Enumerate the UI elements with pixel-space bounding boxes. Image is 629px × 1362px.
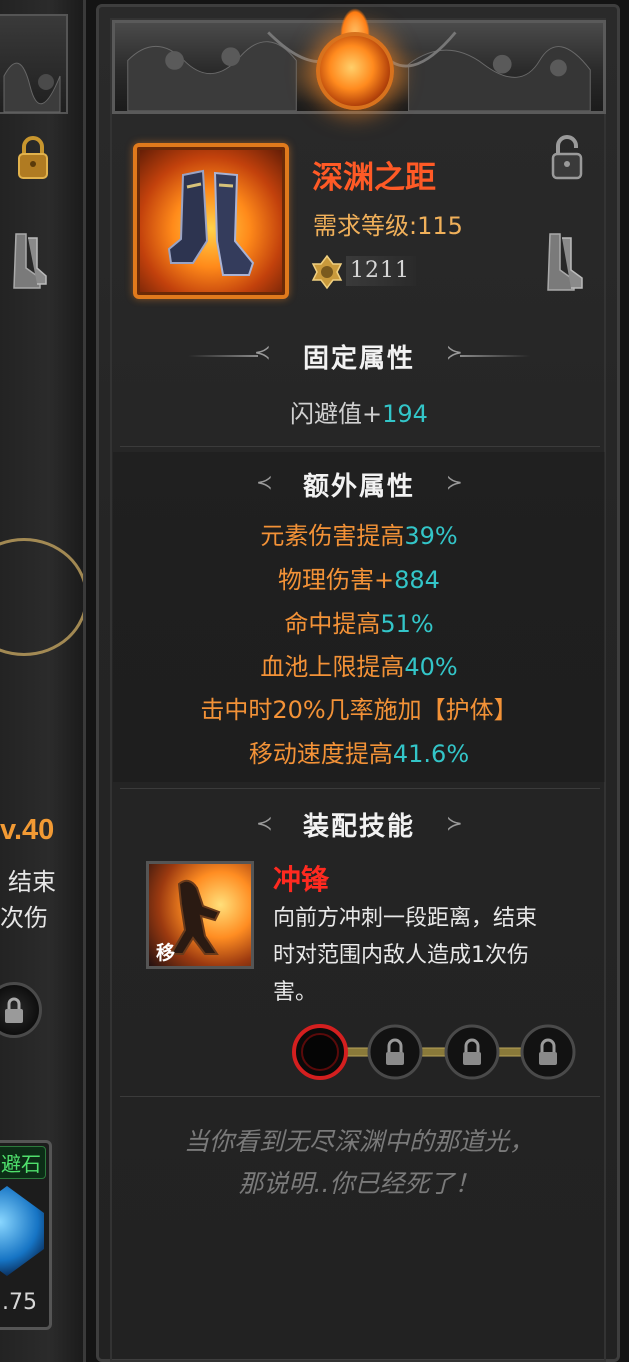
lock-icon[interactable]: [16, 136, 50, 180]
skill-type-badge: 移: [156, 942, 176, 964]
extra-stat-line: 血池上限提高40%: [112, 647, 606, 682]
fixed-attributes-title: 固定属性: [302, 344, 415, 374]
section-divider: [120, 446, 600, 447]
gem-tag: 避石: [0, 1146, 46, 1179]
stat-label: 闪避值+: [290, 400, 383, 428]
stat-value: 884: [394, 566, 440, 594]
extra-attributes-title: 额外属性: [302, 472, 415, 502]
extra-stat-line: 元素伤害提高39%: [112, 516, 606, 551]
flavor-text-line1: 当你看到无尽深渊中的那道光，: [183, 1127, 534, 1156]
skill-desc-line: 向前方冲刺一段距离，结束: [273, 906, 538, 931]
item-icon[interactable]: [133, 143, 289, 299]
adjacent-desc-line2: 次伤: [0, 904, 48, 932]
gem-socket-icon[interactable]: [292, 1024, 348, 1080]
stat-value: 41.6%: [392, 740, 470, 768]
locked-socket-icon[interactable]: [520, 1024, 576, 1080]
item-name: 深渊之距: [312, 160, 436, 196]
level-requirement: 需求等级:115: [313, 212, 463, 240]
skill-desc-line: 时对范围内敌人造成1次伤: [273, 943, 529, 968]
unlock-icon[interactable]: [548, 134, 586, 182]
locked-socket-icon[interactable]: [444, 1024, 500, 1080]
section-divider: [120, 788, 600, 789]
stat-label: 物理伤害+: [278, 566, 395, 594]
boots-icon: [547, 233, 583, 291]
banner-ornament: [3, 62, 61, 113]
power-crest-icon: [311, 254, 343, 290]
adjacent-item-panel: v.40 结束 次伤 避石 .75: [0, 0, 86, 1362]
skill-name: 冲锋: [273, 863, 330, 896]
adjacent-level-text: v.40: [0, 814, 55, 846]
stat-label: 击中时20%几率施加【护体】: [200, 696, 518, 724]
stat-value: 194: [382, 400, 428, 428]
boots-icon: [13, 233, 47, 289]
stat-label: 血池上限提高: [260, 653, 405, 681]
boots-icon: [167, 169, 255, 276]
stat-label: 元素伤害提高: [260, 522, 405, 550]
skill-ring-decoration: [0, 538, 83, 656]
skill-desc-line: 害。: [273, 980, 318, 1005]
stat-label: 命中提高: [284, 610, 381, 638]
skill-description: 向前方冲刺一段距离，结束 时对范围内敌人造成1次伤 害。: [273, 900, 603, 1011]
equip-skill-title: 装配技能: [302, 812, 415, 842]
rarity-orb-icon: [316, 32, 394, 110]
extra-stat-line: 移动速度提高41.6%: [112, 734, 606, 769]
extra-stat-line: 命中提高51%: [112, 604, 606, 639]
locked-socket-icon: [0, 982, 42, 1038]
extra-stat-line: 物理伤害+884: [112, 560, 606, 595]
extra-stat-line: 击中时20%几率施加【护体】: [112, 690, 606, 725]
combat-power-value: 1211: [346, 256, 416, 286]
section-divider: [120, 1096, 600, 1097]
locked-socket-icon[interactable]: [367, 1024, 423, 1080]
adjacent-panel-banner: [0, 14, 68, 114]
gem-socket-chain: [292, 1024, 576, 1080]
fixed-stat-line: 闪避值+194: [112, 394, 606, 429]
stat-value: 40%: [404, 653, 458, 681]
stat-value: 39%: [404, 522, 458, 550]
adjacent-desc-line1: 结束: [8, 868, 56, 896]
gem-value: .75: [2, 1290, 37, 1315]
stat-label: 移动速度提高: [248, 740, 393, 768]
flavor-text-line2: 那说明..你已经死了！: [238, 1169, 480, 1198]
stat-value: 51%: [380, 610, 434, 638]
